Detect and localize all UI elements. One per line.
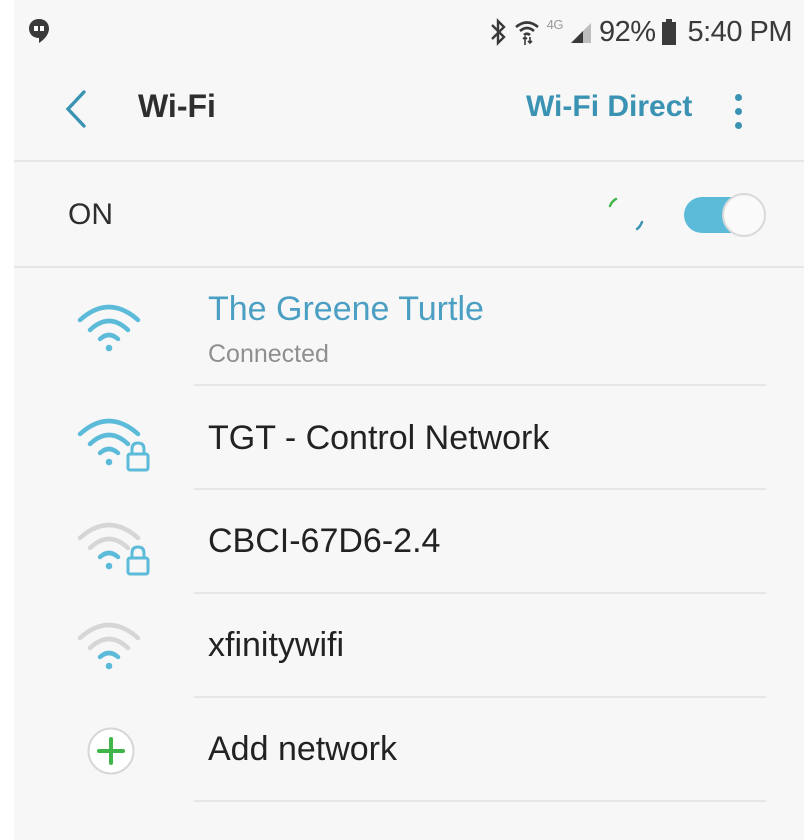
bluetooth-icon bbox=[489, 17, 507, 47]
chevron-left-icon bbox=[65, 90, 86, 128]
network-type-label: 4G bbox=[546, 17, 564, 32]
wifi-icon bbox=[77, 622, 141, 670]
add-network-label: Add network bbox=[208, 730, 397, 768]
page-title: Wi-Fi bbox=[138, 88, 216, 124]
more-vertical-icon bbox=[734, 93, 742, 101]
network-name: The Greene Turtle bbox=[208, 290, 484, 328]
network-item[interactable]: CBCI-67D6-2.4 bbox=[14, 490, 804, 592]
network-status: Connected bbox=[208, 340, 329, 368]
4g-icon: 4G bbox=[546, 17, 564, 47]
wifi-toggle-row[interactable]: ON bbox=[14, 162, 804, 266]
network-item[interactable]: TGT - Control Network bbox=[14, 386, 804, 488]
wifi-icon bbox=[77, 304, 141, 352]
clock: 5:40 PM bbox=[687, 15, 793, 48]
network-item[interactable]: xfinitywifi bbox=[14, 594, 804, 696]
network-name: CBCI-67D6-2.4 bbox=[208, 522, 441, 560]
wifi-lock-icon bbox=[77, 522, 150, 576]
add-network-item[interactable]: Add network bbox=[14, 698, 804, 800]
battery-icon bbox=[661, 18, 676, 46]
network-name: xfinitywifi bbox=[208, 626, 345, 664]
hangouts-icon bbox=[28, 18, 50, 44]
status-icons: 4G 92% 5:40 PM bbox=[489, 12, 792, 52]
wifi-direct-button[interactable]: Wi-Fi Direct bbox=[526, 90, 692, 124]
plus-circle-icon bbox=[87, 727, 135, 775]
network-item[interactable]: The Greene Turtle Connected bbox=[14, 268, 804, 384]
more-options-button[interactable] bbox=[722, 86, 754, 136]
back-button[interactable] bbox=[56, 84, 96, 134]
signal-icon bbox=[569, 19, 593, 45]
wifi-settings-screen: 4G 92% 5:40 PM Wi-Fi Wi-Fi Direct ON The… bbox=[14, 0, 804, 840]
app-bar: Wi-Fi Wi-Fi Direct bbox=[14, 62, 804, 160]
status-bar: 4G 92% 5:40 PM bbox=[14, 0, 804, 62]
wifi-toggle-switch[interactable] bbox=[684, 193, 766, 237]
list-divider bbox=[194, 800, 766, 802]
battery-percent: 92% bbox=[598, 15, 656, 48]
scanning-spinner-icon bbox=[608, 197, 644, 231]
wifi-lock-icon bbox=[77, 418, 150, 472]
network-name: TGT - Control Network bbox=[208, 419, 550, 457]
toggle-label: ON bbox=[68, 198, 113, 231]
toggle-knob bbox=[722, 193, 766, 237]
wifi-arrows-icon bbox=[513, 17, 541, 47]
